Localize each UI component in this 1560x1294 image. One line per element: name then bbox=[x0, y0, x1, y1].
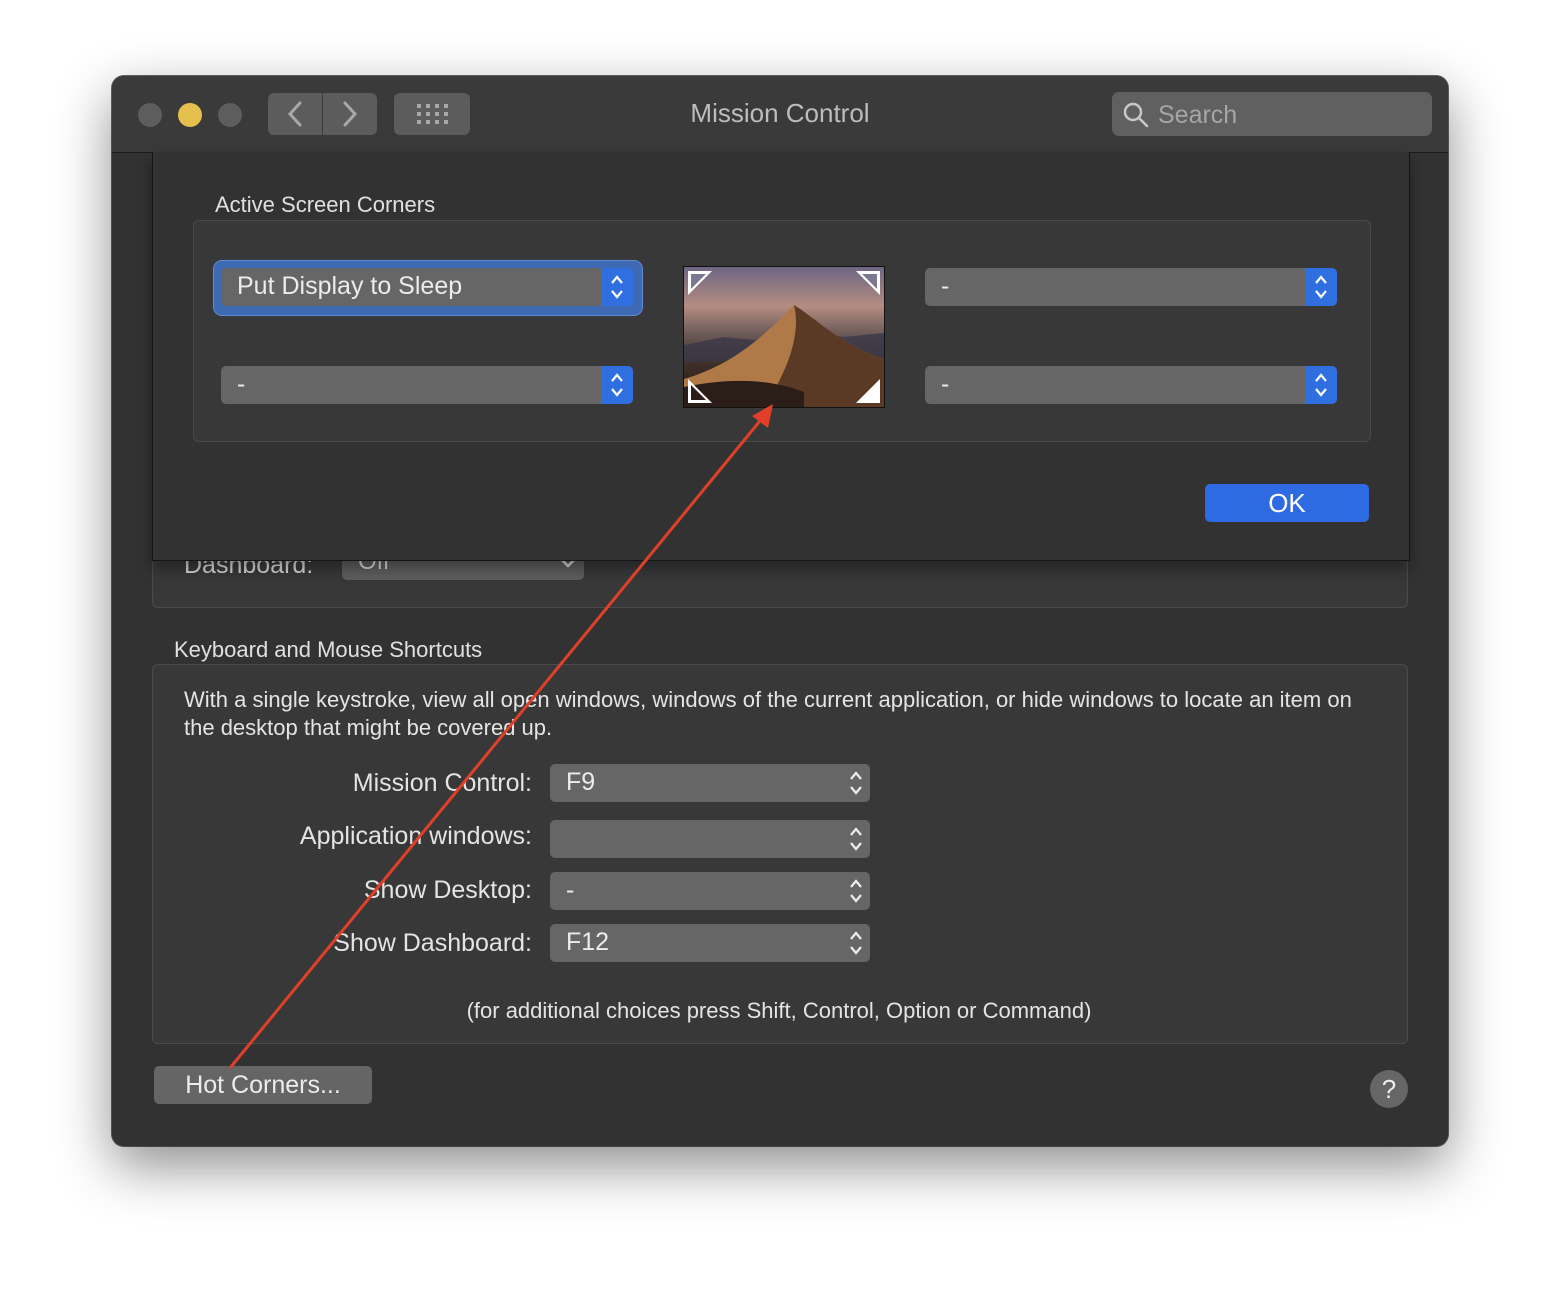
mission-control-window: Mission Control Dashboard: Off Keyboard … bbox=[112, 76, 1448, 1146]
annotation-arrow bbox=[228, 404, 773, 1069]
